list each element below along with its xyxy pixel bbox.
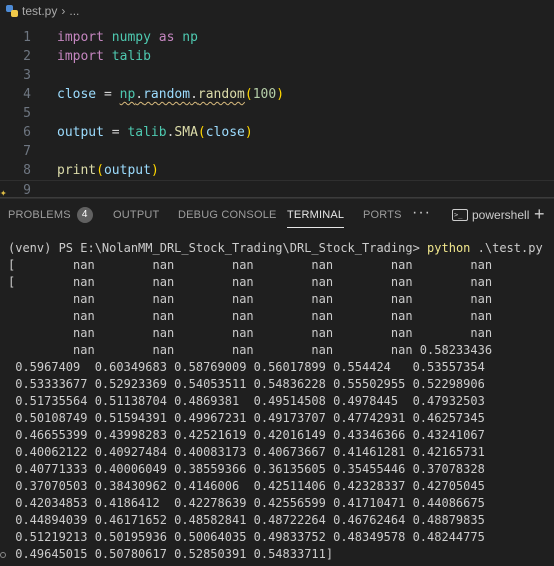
tab-terminal-label: TERMINAL <box>287 209 345 221</box>
terminal-output-line: nan nan nan nan nan nan <box>8 292 493 306</box>
code-text: import talib <box>57 47 151 66</box>
code-line[interactable]: 2 import talib <box>0 47 554 66</box>
code-token: close <box>205 125 245 140</box>
code-token: ( <box>244 87 253 102</box>
code-line[interactable]: 7 <box>0 142 554 161</box>
terminal-output-line: nan nan nan nan nan nan <box>8 326 493 340</box>
code-token: output <box>103 163 151 178</box>
tab-ports[interactable]: PORTS <box>363 198 402 232</box>
code-token: random <box>197 87 245 102</box>
new-terminal-icon[interactable]: + <box>534 198 545 232</box>
terminal-output-line: 0.50108749 0.51594391 0.49967231 0.49173… <box>8 411 485 425</box>
code-token: . <box>135 87 144 102</box>
code-token: 100 <box>252 87 277 102</box>
code-token: numpy <box>111 30 151 45</box>
python-file-icon <box>6 5 18 17</box>
terminal-command: python <box>427 241 471 255</box>
terminal-output-line: 0.5967409 0.60349683 0.58769009 0.560178… <box>8 360 485 374</box>
code-token: np <box>119 87 136 102</box>
more-actions-icon[interactable]: ··· <box>412 198 431 232</box>
terminal-prompt: (venv) PS E:\NolanMM_DRL_Stock_Trading\D… <box>8 241 420 255</box>
code-token: = <box>96 87 120 102</box>
code-token: ) <box>244 125 253 140</box>
code-token: as <box>158 30 175 45</box>
terminal-output-line: 0.49645015 0.50780617 0.52850391 0.54833… <box>8 547 334 561</box>
terminal-output-line: 0.37070503 0.38430962 0.4146006 0.425114… <box>8 479 485 493</box>
code-token: SMA <box>174 125 198 140</box>
terminal-output-line: 0.40771333 0.40006049 0.38559366 0.36135… <box>8 462 485 476</box>
line-number: 4 <box>23 87 31 102</box>
code-line[interactable]: 4 close = np.random.random(100) <box>0 85 554 104</box>
breadcrumb-separator: › <box>61 4 66 18</box>
terminal-icon: >_ <box>452 209 468 221</box>
code-token: import <box>57 30 104 45</box>
code-line[interactable]: 3 <box>0 66 554 85</box>
code-text: output = talib.SMA(close) <box>57 123 253 142</box>
problems-count-badge: 4 <box>76 207 93 224</box>
tab-output-label: OUTPUT <box>113 209 160 221</box>
terminal-output-line: 0.51219213 0.50195936 0.50064035 0.49833… <box>8 530 485 544</box>
code-token: = <box>103 125 128 140</box>
line-number: 5 <box>23 106 31 121</box>
code-text: import numpy as np <box>57 28 198 47</box>
code-editor[interactable]: 1 import numpy as np 2 import talib 3 4 close … <box>0 28 554 199</box>
terminal-output-line: 0.42034853 0.4186412 0.42278639 0.425565… <box>8 496 485 510</box>
code-token: close <box>57 87 97 102</box>
code-line[interactable]: 1 import numpy as np <box>0 28 554 47</box>
line-number: 2 <box>23 49 31 64</box>
terminal-output-line: [ nan nan nan nan nan nan <box>8 258 493 272</box>
tab-output[interactable]: OUTPUT <box>113 198 159 232</box>
tab-terminal[interactable]: TERMINAL <box>287 198 345 232</box>
terminal-output-line: 0.44894039 0.46171652 0.48582841 0.48722… <box>8 513 485 527</box>
code-token: print <box>57 163 97 178</box>
tab-problems-label: PROBLEMS <box>8 209 71 221</box>
panel-tab-bar: PROBLEMS 4 OUTPUT DEBUG CONSOLE TERMINAL … <box>0 198 554 232</box>
code-line[interactable]: 5 <box>0 104 554 123</box>
terminal-output-line: nan nan nan nan nan nan <box>8 309 493 323</box>
command-decoration-icon[interactable] <box>0 552 6 558</box>
breadcrumb: test.py › ... <box>0 0 554 22</box>
terminal-output-line: 0.46655399 0.43998283 0.42521619 0.42016… <box>8 428 485 442</box>
code-token: ) <box>276 87 285 102</box>
code-text: close = np.random.random(100) <box>57 85 284 104</box>
code-token: talib <box>111 49 151 64</box>
code-token: import <box>57 49 104 64</box>
terminal-output[interactable]: (venv) PS E:\NolanMM_DRL_Stock_Trading\D… <box>0 238 554 566</box>
code-token: ) <box>150 163 159 178</box>
code-token: . <box>190 87 198 102</box>
line-number: 3 <box>23 68 31 83</box>
terminal-output-line: 0.53333677 0.52923369 0.54053511 0.54836… <box>8 377 485 391</box>
tab-ports-label: PORTS <box>363 209 402 221</box>
code-text: print(output) <box>57 161 159 180</box>
line-number: 1 <box>23 30 31 45</box>
code-token: output <box>57 125 104 140</box>
tab-debug-console-label: DEBUG CONSOLE <box>178 209 277 221</box>
terminal-output-line: [ nan nan nan nan nan nan <box>8 275 493 289</box>
code-token: random <box>143 87 191 102</box>
breadcrumb-file[interactable]: test.py <box>22 4 57 18</box>
terminal-prompt-line: (venv) PS E:\NolanMM_DRL_Stock_Trading\D… <box>8 240 543 257</box>
code-token: ( <box>197 125 206 140</box>
line-number: 6 <box>23 125 31 140</box>
line-number: 8 <box>23 163 31 178</box>
line-number: 7 <box>23 144 31 159</box>
code-token: np <box>182 30 198 45</box>
terminal-output-line: nan nan nan nan nan 0.58233436 <box>8 343 493 357</box>
breadcrumb-more[interactable]: ... <box>69 4 79 18</box>
terminal-command-args: .\test.py <box>477 241 543 255</box>
code-line[interactable]: 6 output = talib.SMA(close) <box>0 123 554 142</box>
tab-problems[interactable]: PROBLEMS 4 <box>8 198 93 232</box>
terminal-output-line: 0.40062122 0.40927484 0.40083173 0.40673… <box>8 445 485 459</box>
code-token: talib <box>127 125 167 140</box>
terminal-selector-label: powershell <box>472 208 530 222</box>
terminal-output-line: 0.51735564 0.51138704 0.4869381 0.495145… <box>8 394 485 408</box>
code-token: ( <box>96 163 104 178</box>
terminal-selector[interactable]: >_ powershell <box>452 198 529 232</box>
tab-debug-console[interactable]: DEBUG CONSOLE <box>178 198 277 232</box>
code-line[interactable]: 8 print(output) <box>0 161 554 180</box>
